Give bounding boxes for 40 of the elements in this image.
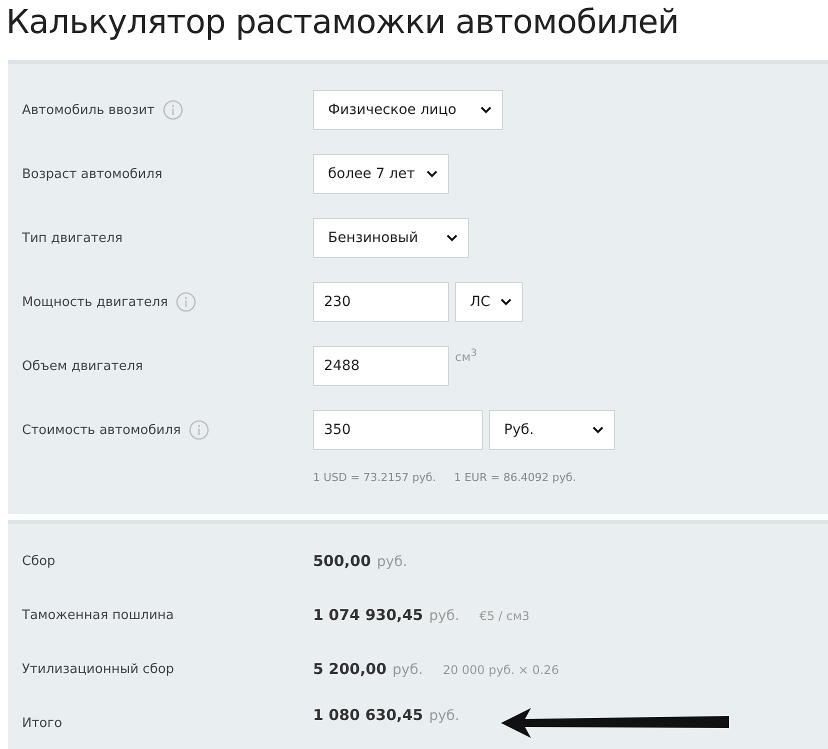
result-label: Сбор: [22, 554, 56, 568]
result-label: Итого: [22, 716, 64, 730]
currency-label: руб.: [376, 554, 408, 570]
dropdown[interactable]: более 7 лет: [313, 154, 449, 194]
exchange-rate: 1 USD = 73.2157 руб.: [313, 470, 436, 484]
currency-label: руб.: [392, 662, 423, 678]
field-label: Возраст автомобиля: [22, 166, 162, 182]
dropdown[interactable]: Руб.: [489, 410, 615, 450]
result-amount: 500,00: [313, 552, 371, 570]
field-label: Автомобиль ввозит: [22, 102, 155, 118]
result-amount: 1 074 930,45: [313, 606, 424, 624]
field-label: Стоимость автомобиля: [22, 422, 181, 438]
chevron-down-icon: [446, 234, 458, 242]
result-amount: 1 080 630,45: [313, 706, 424, 724]
result-note: €5 / см3: [479, 609, 530, 623]
input-field[interactable]: 350: [313, 410, 483, 450]
dropdown[interactable]: Физическое лицо: [313, 90, 503, 130]
exchange-rate: 1 EUR = 86.4092 руб.: [454, 470, 576, 484]
chevron-down-icon: [592, 426, 604, 434]
currency-label: руб.: [429, 608, 460, 624]
chevron-down-icon: [426, 170, 438, 178]
result-label: Утилизационный сбор: [22, 662, 176, 676]
currency-label: руб.: [429, 708, 460, 724]
dropdown[interactable]: Бензиновый: [313, 218, 469, 258]
result-note: 20 000 руб. × 0.26: [442, 663, 559, 677]
unit-label: см$^{3}$: [455, 348, 478, 364]
field-label: Мощность двигателя: [22, 294, 168, 310]
info-icon[interactable]: [162, 100, 183, 120]
page-title: Калькулятор растаможки автомобилей: [5, 1, 680, 43]
dropdown[interactable]: ЛС: [455, 282, 523, 322]
chevron-down-icon: [480, 106, 492, 114]
info-icon[interactable]: [176, 292, 196, 312]
input-field[interactable]: 2488: [313, 346, 449, 386]
info-icon[interactable]: [188, 420, 209, 440]
result-amount: 5 200,00: [313, 660, 387, 678]
chevron-down-icon: [500, 298, 512, 306]
input-field[interactable]: 230: [313, 282, 449, 322]
field-label: Тип двигателя: [22, 230, 123, 246]
field-label: Объем двигателя: [22, 358, 143, 374]
result-label: Таможенная пошлина: [22, 608, 175, 622]
